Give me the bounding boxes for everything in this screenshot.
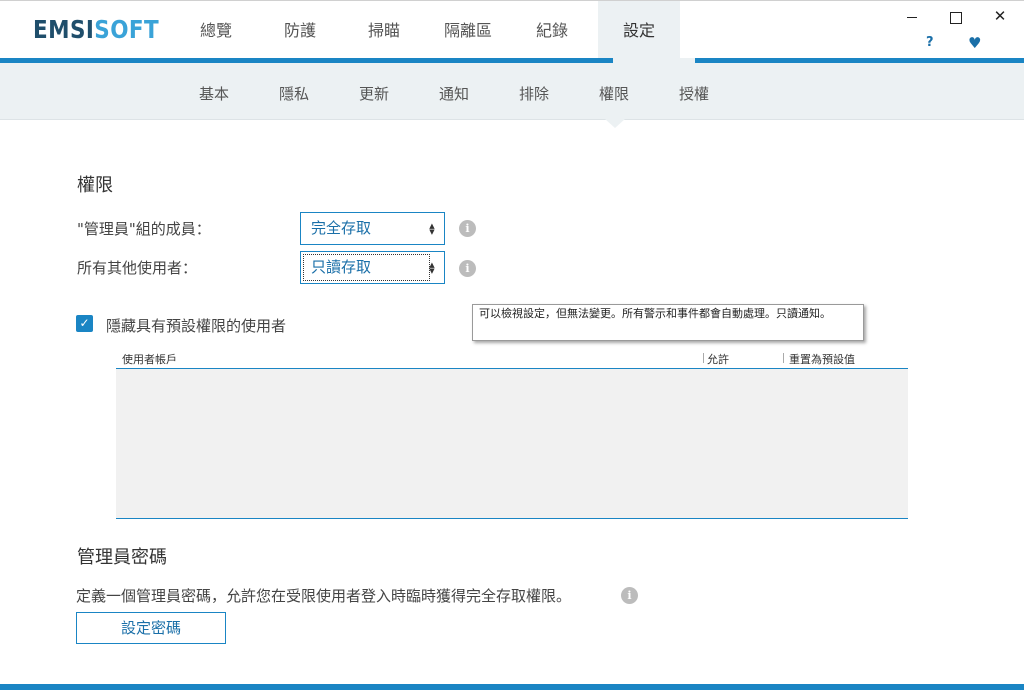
maximize-icon[interactable]: [946, 9, 964, 27]
emsisoft-logo: EMSISOFT: [33, 15, 159, 44]
select-arrows-icon: ▲ ▼: [429, 222, 435, 236]
subtab-general[interactable]: 基本: [174, 63, 254, 120]
tab-quarantine[interactable]: 隔離區: [426, 1, 510, 59]
tab-protection[interactable]: 防護: [258, 1, 342, 59]
column-user-account[interactable]: 使用者帳戶: [122, 351, 177, 367]
select-arrows-icon: ▲ ▼: [429, 261, 435, 275]
minimize-icon[interactable]: [903, 9, 921, 27]
admins-access-value: 完全存取: [311, 219, 372, 237]
others-info-icon[interactable]: i: [459, 260, 476, 277]
hide-default-users-label[interactable]: 隱藏具有預設權限的使用者: [106, 315, 286, 336]
permissions-title: 權限: [77, 175, 113, 196]
column-divider: [783, 353, 784, 363]
admins-access-select[interactable]: 完全存取 ▲ ▼: [300, 212, 445, 245]
focus-ring: [303, 254, 430, 281]
subtab-exclusions[interactable]: 排除: [494, 63, 574, 120]
title-bar: EMSISOFT 總覽 防護 掃瞄 隔離區 紀錄 設定 ✕ ? ♥: [0, 0, 1024, 59]
users-table-header: 使用者帳戶 允許 重置為預設值: [116, 347, 908, 369]
admin-password-title: 管理員密碼: [77, 547, 167, 568]
tab-scan[interactable]: 掃瞄: [342, 1, 426, 59]
set-password-button[interactable]: 設定密碼: [76, 612, 226, 644]
column-divider: [703, 353, 704, 363]
active-subtab-pointer: [605, 119, 625, 128]
admins-label: "管理員"組的成員：: [77, 220, 211, 238]
logo-dark-text: EMSI: [33, 15, 95, 44]
admin-password-description: 定義一個管理員密碼，允許您在受限使用者登入時臨時獲得完全存取權限。: [76, 587, 572, 605]
subtab-license[interactable]: 授權: [654, 63, 734, 120]
column-reset-default[interactable]: 重置為預設值: [789, 351, 855, 367]
admin-password-info-icon[interactable]: i: [621, 587, 638, 604]
main-tabs: 總覽 防護 掃瞄 隔離區 紀錄 設定: [174, 1, 680, 59]
admins-info-icon[interactable]: i: [459, 220, 476, 237]
close-icon[interactable]: ✕: [991, 9, 1009, 27]
tab-logs[interactable]: 紀錄: [510, 1, 594, 59]
info-tooltip: 可以檢視設定，但無法變更。所有警示和事件都會自動處理。只讀通知。: [472, 304, 864, 341]
subtab-privacy[interactable]: 隱私: [254, 63, 334, 120]
subtab-updates[interactable]: 更新: [334, 63, 414, 120]
users-table-body[interactable]: [116, 369, 908, 519]
column-allow[interactable]: 允許: [707, 351, 729, 367]
subtab-notifications[interactable]: 通知: [414, 63, 494, 120]
tab-overview[interactable]: 總覽: [174, 1, 258, 59]
hide-default-users-checkbox[interactable]: ✓: [76, 315, 93, 332]
settings-subtabs-bar: 基本 隱私 更新 通知 排除 權限 授權: [0, 63, 1024, 128]
others-access-select[interactable]: 只讀存取 ▲ ▼: [300, 251, 445, 284]
settings-subtabs: 基本 隱私 更新 通知 排除 權限 授權: [174, 63, 734, 120]
tab-settings[interactable]: 設定: [598, 1, 680, 59]
help-icon[interactable]: ?: [926, 35, 934, 50]
bottom-accent-bar: [0, 684, 1024, 690]
heart-icon[interactable]: ♥: [968, 34, 981, 52]
logo-light-text: SOFT: [94, 15, 160, 44]
others-label: 所有其他使用者：: [77, 259, 198, 277]
subtab-permissions[interactable]: 權限: [574, 63, 654, 120]
